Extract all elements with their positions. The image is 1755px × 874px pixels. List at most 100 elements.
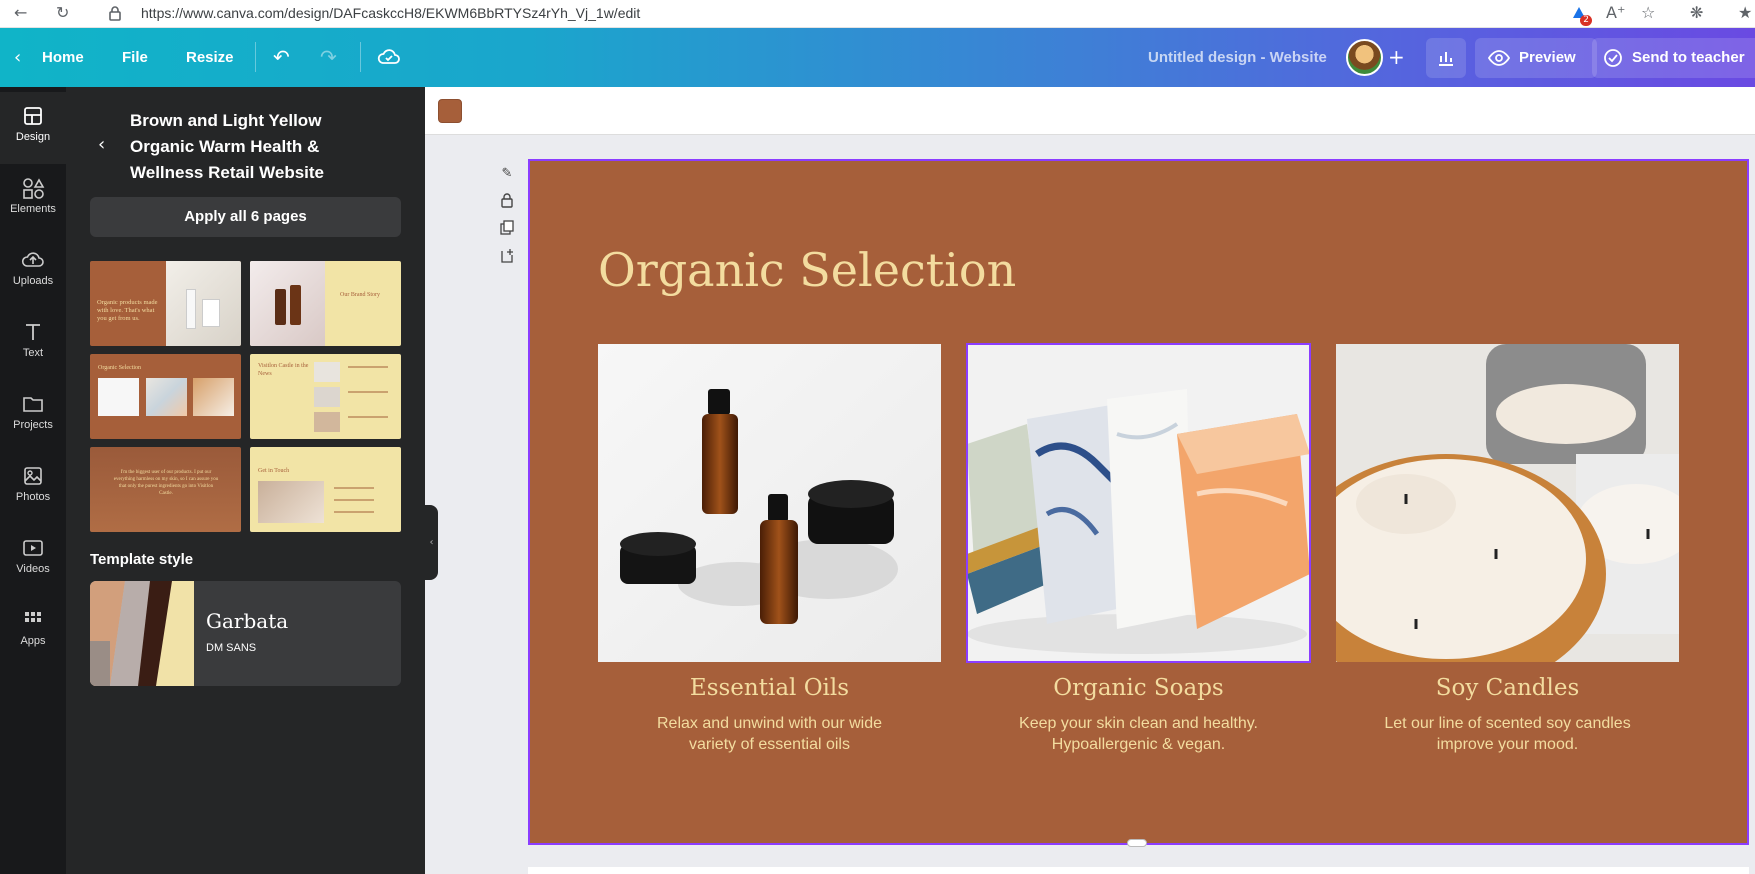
template-page-thumbnail[interactable]: Our Brand Story [250,261,401,346]
rail-label: Elements [10,203,56,215]
favorites-icon[interactable]: ★ [1738,3,1752,23]
insights-button[interactable] [1426,38,1466,78]
folder-icon [23,397,43,412]
duplicate-page-icon[interactable] [498,220,516,238]
rail-item-elements[interactable]: Elements [0,164,66,236]
extensions-puzzle-icon[interactable]: ❋ [1690,3,1703,23]
rail-item-videos[interactable]: Videos [0,524,66,596]
back-arrow-icon[interactable]: ← [14,3,27,23]
card-description-line: Hypoallergenic & vegan. [1051,736,1226,753]
text-icon [26,324,40,340]
layout-icon [24,107,42,125]
template-style-heading: Template style [90,551,194,568]
redo-icon[interactable]: ↷ [320,28,337,87]
thumbnail-text: Get in Touch [258,468,290,474]
home-button[interactable]: Home [42,28,84,87]
card-description-line: Keep your skin clean and healthy. [1019,715,1258,732]
send-to-teacher-label: Send to teacher [1632,49,1745,66]
card-description-line: Let our line of scented soy candles [1384,715,1631,732]
toolbar-divider [360,42,361,72]
rail-item-apps[interactable]: Apps [0,596,66,668]
address-bar[interactable]: https://www.canva.com/design/DAFcaskccH8… [141,3,640,23]
design-title[interactable]: Untitled design - Website [1148,28,1327,87]
thumbnail-text: I'm the biggest user of our products. I … [113,470,219,496]
add-page-icon[interactable] [498,248,516,266]
collapse-panel-handle[interactable]: ‹ [425,505,438,580]
rail-label: Apps [20,635,46,647]
rail-item-design[interactable]: Design [0,92,66,164]
card-description-line: Relax and unwind with our wide [656,715,882,732]
thumbnail-text: Our Brand Story [340,292,380,298]
file-menu-button[interactable]: File [122,28,148,87]
context-toolbar [425,87,1755,135]
notes-icon[interactable]: ✎ [498,165,516,183]
video-icon [23,540,43,556]
product-image-essential-oils[interactable] [598,344,941,662]
template-page-thumbnail[interactable]: Get in Touch [250,447,401,532]
editor-topbar: ‹ Home File Resize ↶ ↷ Untitled design -… [0,28,1755,87]
rail-label: Uploads [12,275,54,287]
image-icon [24,467,42,485]
style-name: Garbata [206,609,289,633]
template-title: Brown and Light Yellow Organic Warm Heal… [130,111,324,182]
template-style-card[interactable]: Garbata DM SANS [90,581,401,686]
left-rail: Design Elements Uploads Text Projects Ph… [0,87,66,874]
card-description-line: variety of essential oils [689,736,850,753]
favorite-star-icon[interactable]: ☆ [1641,3,1655,23]
eye-icon [1488,50,1510,66]
rail-item-text[interactable]: Text [0,308,66,380]
design-page[interactable]: Organic Selection Essential Oils Relax a… [528,159,1749,845]
card-title[interactable]: Essential Oils [598,675,941,701]
browser-bar: ← ↻ https://www.canva.com/design/DAFcask… [0,0,1755,28]
page-resize-handle[interactable] [1127,839,1147,847]
product-image-organic-soaps[interactable] [966,343,1311,663]
rail-label: Design [15,131,51,143]
back-chevron-icon[interactable]: ‹ [98,134,105,155]
apply-all-pages-button[interactable]: Apply all 6 pages [90,197,401,237]
check-circle-icon [1604,49,1622,67]
undo-icon[interactable]: ↶ [273,28,290,87]
add-collaborator-icon[interactable]: + [1388,28,1405,87]
product-image-soy-candles[interactable] [1336,344,1679,662]
rail-label: Photos [15,491,51,503]
lock-icon[interactable] [108,5,122,26]
rail-item-projects[interactable]: Projects [0,380,66,452]
thumbnail-text: Organic products made with love. That's … [97,299,158,322]
thumbnail-text: Organic Selection [98,365,142,371]
toolbar-divider [255,42,256,72]
read-aloud-icon[interactable]: A⁺ [1606,3,1625,23]
template-page-thumbnail[interactable]: I'm the biggest user of our products. I … [90,447,241,532]
thumbnail-text: Visitlon Castle in the News [258,363,309,377]
resize-button[interactable]: Resize [186,28,234,87]
template-page-thumbnail[interactable]: Organic Selection [90,354,241,439]
style-font: DM SANS [206,642,257,654]
reload-icon[interactable]: ↻ [56,3,69,23]
template-page-thumbnail[interactable]: Visitlon Castle in the News [250,354,401,439]
card-title[interactable]: Organic Soaps [967,675,1310,701]
card-title[interactable]: Soy Candles [1336,675,1679,701]
card-description-line: improve your mood. [1436,736,1579,753]
preview-button[interactable]: Preview [1475,38,1597,78]
apps-grid-icon [25,612,41,622]
shapes-icon [23,178,45,199]
background-color-swatch[interactable] [438,99,462,123]
extension-badge: 2 [1580,15,1592,26]
rail-label: Projects [13,419,53,431]
page-heading[interactable]: Organic Selection [598,243,1016,297]
card-description[interactable]: Relax and unwind with our wide variety o… [598,713,941,755]
rail-label: Videos [16,563,50,575]
template-page-thumbnail[interactable]: Organic products made with love. That's … [90,261,241,346]
cloud-saved-icon[interactable] [377,47,401,69]
chevron-left-icon[interactable]: ‹ [14,28,21,87]
next-page-preview[interactable] [528,867,1749,874]
extension-icon[interactable]: 2 [1570,4,1592,26]
preview-label: Preview [1519,49,1576,66]
send-to-teacher-button[interactable]: Send to teacher [1592,38,1755,78]
lock-icon[interactable] [498,192,516,210]
rail-item-photos[interactable]: Photos [0,452,66,524]
cloud-upload-icon [21,252,44,267]
rail-item-uploads[interactable]: Uploads [0,236,66,308]
avatar[interactable] [1346,39,1383,76]
card-description[interactable]: Keep your skin clean and healthy. Hypoal… [967,713,1310,755]
card-description[interactable]: Let our line of scented soy candles impr… [1336,713,1679,755]
